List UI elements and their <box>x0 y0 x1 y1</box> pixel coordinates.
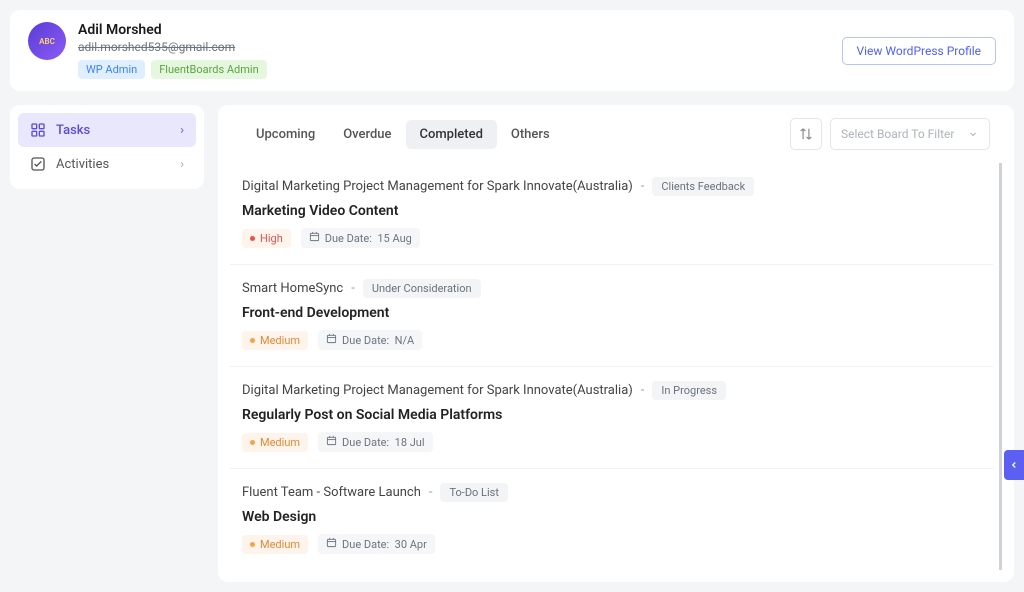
task-meta: Medium Due Date: N/A <box>242 330 981 350</box>
tabs: UpcomingOverdueCompletedOthers <box>242 120 564 149</box>
task-breadcrumb: Digital Marketing Project Management for… <box>242 381 981 400</box>
due-date: Due Date: N/A <box>318 330 422 350</box>
due-date: Due Date: 15 Aug <box>301 228 420 248</box>
task-title: Web Design <box>242 509 981 525</box>
task-breadcrumb: Smart HomeSync - Under Consideration <box>242 279 981 298</box>
task-row[interactable]: Digital Marketing Project Management for… <box>230 367 993 469</box>
breadcrumb-separator: - <box>641 179 645 194</box>
chevron-left-icon <box>1009 460 1019 470</box>
priority-dot-icon <box>250 542 255 547</box>
task-title: Regularly Post on Social Media Platforms <box>242 407 981 423</box>
tag-fluentboards-admin: FluentBoards Admin <box>151 60 266 79</box>
profile-card: ABC Adil Morshed adil.morshed535@gmail.c… <box>10 10 1014 91</box>
chevron-right-icon: › <box>180 123 184 138</box>
avatar: ABC <box>28 22 66 60</box>
task-list: Digital Marketing Project Management for… <box>218 163 1014 582</box>
sidebar-item-tasks[interactable]: Tasks › <box>18 113 196 147</box>
task-title: Front-end Development <box>242 305 981 321</box>
sidebar-item-label: Activities <box>56 157 109 172</box>
tasks-icon <box>30 122 46 138</box>
priority-dot-icon <box>250 338 255 343</box>
activities-icon <box>30 156 46 172</box>
layout: Tasks › Activities › UpcomingOverdueComp… <box>10 105 1014 582</box>
board-select[interactable]: Select Board To Filter <box>830 118 990 150</box>
view-wordpress-profile-button[interactable]: View WordPress Profile <box>842 37 997 65</box>
task-meta: Medium Due Date: 18 Jul <box>242 432 981 452</box>
due-date: Due Date: 30 Apr <box>318 534 435 554</box>
tab-others[interactable]: Others <box>497 120 564 149</box>
calendar-icon <box>309 231 320 245</box>
task-breadcrumb: Digital Marketing Project Management for… <box>242 177 981 196</box>
task-row[interactable]: Digital Marketing Project Management for… <box>230 163 993 265</box>
task-title: Marketing Video Content <box>242 203 981 219</box>
breadcrumb-separator: - <box>641 383 645 398</box>
tab-completed[interactable]: Completed <box>406 120 497 149</box>
task-project: Smart HomeSync <box>242 281 343 296</box>
task-stage-badge: To-Do List <box>440 483 507 502</box>
priority-badge: Medium <box>242 535 308 554</box>
task-project: Fluent Team - Software Launch <box>242 485 421 500</box>
task-stage-badge: Clients Feedback <box>652 177 754 196</box>
breadcrumb-separator: - <box>351 281 355 296</box>
profile-info: Adil Morshed adil.morshed535@gmail.com W… <box>78 22 267 79</box>
calendar-icon <box>326 333 337 347</box>
priority-dot-icon <box>250 236 255 241</box>
priority-badge: Medium <box>242 331 308 350</box>
sidebar: Tasks › Activities › <box>10 105 204 189</box>
sidebar-item-activities[interactable]: Activities › <box>18 147 196 181</box>
priority-dot-icon <box>250 440 255 445</box>
tag-wp-admin: WP Admin <box>78 60 145 79</box>
sort-button[interactable] <box>790 118 822 150</box>
task-row[interactable]: Smart HomeSync - Under Consideration Fro… <box>230 265 993 367</box>
task-stage-badge: Under Consideration <box>363 279 481 298</box>
side-fab-button[interactable] <box>1004 450 1024 480</box>
profile-left: ABC Adil Morshed adil.morshed535@gmail.c… <box>28 22 267 79</box>
calendar-icon <box>326 435 337 449</box>
breadcrumb-separator: - <box>429 485 433 500</box>
chevron-right-icon: › <box>180 157 184 172</box>
task-row[interactable]: Fluent Team - Software Launch - To-Do Li… <box>230 469 993 570</box>
profile-tags: WP Admin FluentBoards Admin <box>78 60 267 79</box>
main-panel: UpcomingOverdueCompletedOthers Select Bo… <box>218 105 1014 582</box>
task-project: Digital Marketing Project Management for… <box>242 179 633 194</box>
task-breadcrumb: Fluent Team - Software Launch - To-Do Li… <box>242 483 981 502</box>
task-meta: Medium Due Date: 30 Apr <box>242 534 981 554</box>
toolbar: UpcomingOverdueCompletedOthers Select Bo… <box>218 105 1014 163</box>
profile-email: adil.morshed535@gmail.com <box>78 40 267 54</box>
profile-name: Adil Morshed <box>78 22 267 38</box>
calendar-icon <box>326 537 337 551</box>
task-project: Digital Marketing Project Management for… <box>242 383 633 398</box>
due-date: Due Date: 18 Jul <box>318 432 433 452</box>
sidebar-item-label: Tasks <box>56 123 90 138</box>
priority-badge: High <box>242 229 291 248</box>
task-stage-badge: In Progress <box>652 381 726 400</box>
board-select-placeholder: Select Board To Filter <box>841 127 955 141</box>
task-meta: High Due Date: 15 Aug <box>242 228 981 248</box>
tab-upcoming[interactable]: Upcoming <box>242 120 329 149</box>
sort-icon <box>799 127 813 141</box>
tab-overdue[interactable]: Overdue <box>329 120 405 149</box>
priority-badge: Medium <box>242 433 308 452</box>
toolbar-right: Select Board To Filter <box>790 118 990 150</box>
